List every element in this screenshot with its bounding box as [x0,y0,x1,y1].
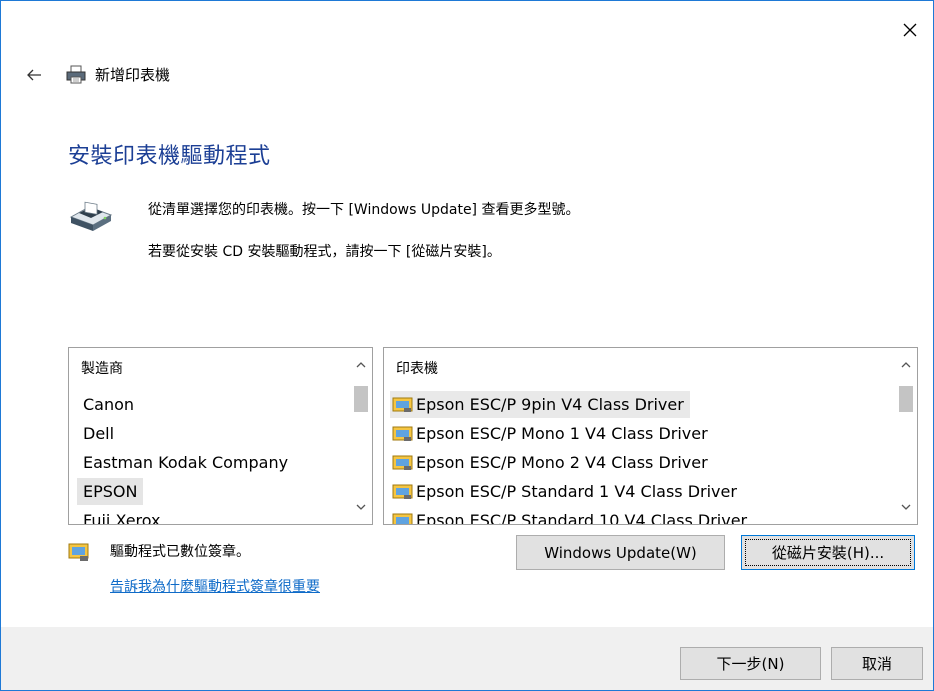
list-item[interactable]: Epson ESC/P Standard 1 V4 Class Driver [390,478,743,505]
cancel-button[interactable]: 取消 [831,647,923,680]
printer-list[interactable]: 印表機 Epson ESC/P 9pin V4 Class Driver Eps… [383,347,918,525]
back-button[interactable] [23,65,45,85]
close-button[interactable] [893,15,927,45]
driver-icon [392,455,413,470]
scroll-down-button[interactable] [350,496,372,518]
back-arrow-icon [27,69,41,81]
list-item[interactable]: Dell [77,420,120,447]
list-item[interactable]: Canon [77,391,140,418]
focus-ring [745,539,911,566]
scroll-down-button[interactable] [895,496,917,518]
list-item-selected[interactable]: EPSON [77,478,144,505]
list-item[interactable]: Epson ESC/P Standard 10 V4 Class Driver [390,507,753,525]
printer-name: Epson ESC/P 9pin V4 Class Driver [416,395,684,414]
chevron-up-icon [356,362,366,368]
list-item-selected[interactable]: Epson ESC/P 9pin V4 Class Driver [390,391,690,418]
next-button[interactable]: 下一步(N) [680,647,821,680]
printer-name: Epson ESC/P Standard 1 V4 Class Driver [416,482,737,501]
list-item[interactable]: Fuji Xerox [77,507,167,524]
instruction-text-2: 若要從安裝 CD 安裝驅動程式，請按一下 [從磁片安裝]。 [148,244,501,260]
chevron-up-icon [901,362,911,368]
list-item[interactable]: Epson ESC/P Mono 2 V4 Class Driver [390,449,714,476]
list-item[interactable]: Epson ESC/P Mono 1 V4 Class Driver [390,420,714,447]
printer-icon [66,65,86,84]
close-icon [903,23,917,37]
manufacturer-header: 製造商 [81,361,123,377]
driver-icon [392,397,413,412]
manufacturer-scrollbar[interactable] [350,348,372,524]
have-disk-button[interactable]: 從磁片安裝(H)... [741,535,915,570]
chevron-down-icon [356,504,366,510]
printer-name: Epson ESC/P Mono 1 V4 Class Driver [416,424,708,443]
list-item[interactable]: Eastman Kodak Company [77,449,294,476]
scroll-up-button[interactable] [895,354,917,376]
scroll-up-button[interactable] [350,354,372,376]
driver-icon [392,484,413,499]
printer-name: Epson ESC/P Standard 10 V4 Class Driver [416,511,748,525]
driver-signed-icon [68,543,89,561]
signature-status: 驅動程式已數位簽章。 [110,544,250,560]
manufacturer-list[interactable]: 製造商 Canon Dell Eastman Kodak Company EPS… [68,347,373,525]
scroll-thumb[interactable] [354,386,368,412]
page-heading: 安裝印表機驅動程式 [68,144,271,169]
windows-update-button[interactable]: Windows Update(W) [516,535,725,570]
chevron-down-icon [901,504,911,510]
scroll-thumb[interactable] [899,386,913,412]
wizard-title: 新增印表機 [95,66,171,84]
printer-icon [69,201,113,231]
add-printer-dialog: 新增印表機 安裝印表機驅動程式 從清單選擇您的印表機。按一下 [Windows … [0,0,934,691]
driver-icon [392,426,413,441]
printer-name: Epson ESC/P Mono 2 V4 Class Driver [416,453,708,472]
printer-header: 印表機 [396,361,438,377]
driver-icon [392,513,413,524]
signature-info-link[interactable]: 告訴我為什麼驅動程式簽章很重要 [110,576,320,596]
printer-scrollbar[interactable] [895,348,917,524]
instruction-text-1: 從清單選擇您的印表機。按一下 [Windows Update] 查看更多型號。 [148,202,580,218]
